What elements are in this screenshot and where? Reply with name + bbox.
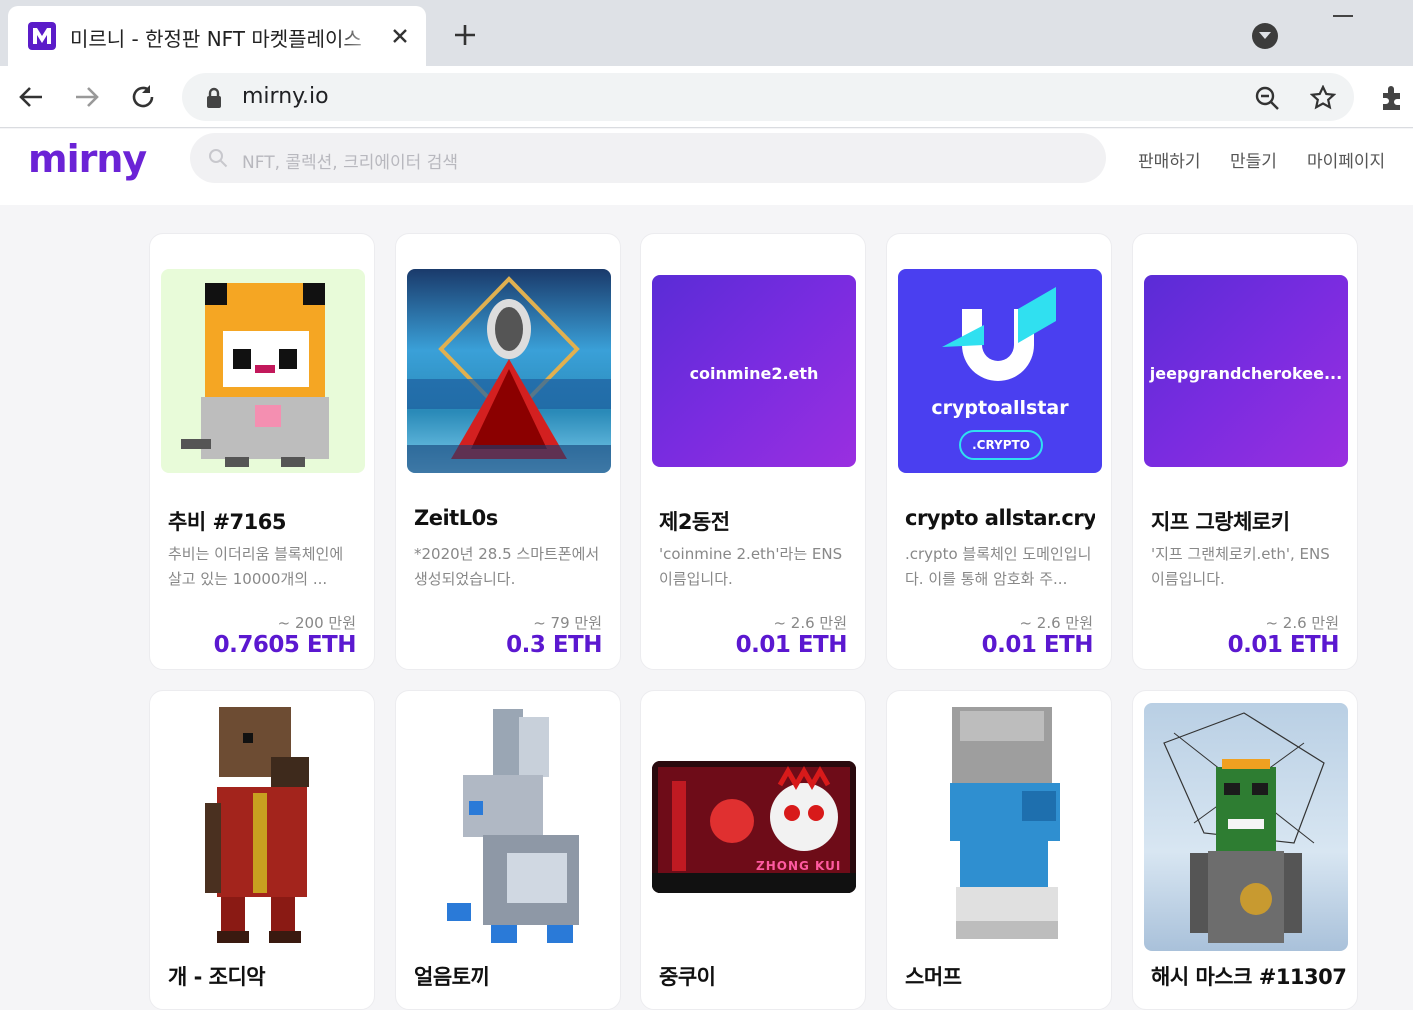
back-icon[interactable] [16, 82, 46, 112]
card-title: 개 - 조디악 [168, 965, 266, 989]
nft-card[interactable]: 개 - 조디악 [149, 690, 375, 1010]
card-description: '지프 그랜체로키.eth', ENS 이름입니다. [1151, 545, 1330, 588]
crypto-art-label: cryptoallstar [931, 397, 1069, 419]
mirny-logo[interactable]: mirny [28, 137, 147, 181]
card-krw-price: ~ 79 만원 [533, 614, 602, 632]
forward-icon[interactable] [72, 82, 102, 112]
card-title: 추비 #7165 [168, 510, 287, 534]
card-title: crypto allstar.crypto [905, 506, 1095, 530]
card-krw-price: ~ 200 만원 [277, 614, 356, 632]
card-title: 해시 마스크 #11307 [1151, 965, 1347, 989]
card-eth-price: 0.01 ETH [981, 632, 1094, 658]
tab-title: 미르니 - 한정판 NFT 마켓플레이스 [70, 27, 362, 51]
zoom-out-icon[interactable] [1254, 85, 1280, 111]
nft-card[interactable]: ZeitL0s *2020년 28.5 스마트폰에서 생성되었습니다. ~ 79… [395, 233, 621, 670]
nft-image[interactable]: cryptoallstar .CRYPTO [898, 269, 1102, 473]
nft-card[interactable]: 얼음토끼 [395, 690, 621, 1010]
ens-art-label: coinmine2.eth [689, 364, 819, 383]
card-title: ZeitL0s [414, 506, 498, 530]
nft-card[interactable]: 추비 #7165 추비는 이더리움 블록체인에 살고 있는 10000개의 ..… [149, 233, 375, 670]
nft-card[interactable]: cryptoallstar .CRYPTO crypto allstar.cry… [886, 233, 1112, 670]
card-description: 추비는 이더리움 블록체인에 살고 있는 10000개의 ... [168, 545, 344, 588]
card-eth-price: 0.01 ETH [1227, 632, 1340, 658]
nft-image[interactable] [1144, 703, 1348, 951]
bookmark-star-icon[interactable] [1310, 85, 1336, 111]
nft-card[interactable]: 스머프 [886, 690, 1112, 1010]
url-text[interactable]: mirny.io [242, 84, 329, 109]
card-description: 'coinmine 2.eth'라는 ENS 이름입니다. [659, 545, 843, 588]
card-eth-price: 0.3 ETH [506, 632, 602, 658]
card-title: 제2동전 [659, 510, 730, 534]
browser-toolbar: mirny.io [0, 66, 1413, 128]
card-krw-price: ~ 2.6 만원 [1265, 614, 1339, 632]
card-description: *2020년 28.5 스마트폰에서 생성되었습니다. [414, 545, 600, 588]
nft-image[interactable] [161, 703, 365, 951]
card-title: 스머프 [905, 965, 962, 989]
mirny-favicon [28, 22, 56, 50]
new-tab-icon[interactable] [450, 20, 480, 50]
card-title: 얼음토끼 [414, 965, 490, 989]
nft-image[interactable] [161, 269, 365, 473]
nav-create[interactable]: 만들기 [1230, 147, 1277, 172]
search-placeholder: NFT, 콜렉션, 크리에이터 검색 [242, 153, 458, 173]
tab-search-icon[interactable] [1252, 23, 1278, 49]
nft-card[interactable]: ZHONG KUI 중쿠이 [640, 690, 866, 1010]
card-krw-price: ~ 2.6 만원 [1019, 614, 1093, 632]
nav-mypage[interactable]: 마이페이지 [1307, 147, 1385, 172]
card-title: 지프 그랑체로키 [1151, 510, 1290, 534]
nft-image[interactable] [898, 703, 1102, 951]
nav-sell[interactable]: 판매하기 [1138, 147, 1201, 172]
nft-image[interactable]: jeepgrandcherokee... [1144, 275, 1348, 467]
unstoppable-logo-icon [942, 287, 1056, 381]
card-krw-price: ~ 2.6 만원 [773, 614, 847, 632]
reload-icon[interactable] [128, 82, 158, 112]
address-bar[interactable]: mirny.io [182, 73, 1354, 121]
browser-tab-strip: 미르니 - 한정판 NFT 마켓플레이스 [0, 0, 1413, 66]
search-icon [209, 149, 228, 168]
close-tab-icon[interactable] [388, 24, 412, 48]
browser-tab[interactable]: 미르니 - 한정판 NFT 마켓플레이스 [8, 6, 426, 66]
card-title: 중쿠이 [659, 965, 716, 989]
nft-image[interactable] [407, 703, 611, 951]
nft-image[interactable]: coinmine2.eth [652, 275, 856, 467]
crypto-badge: .CRYPTO [959, 430, 1043, 460]
extensions-icon[interactable] [1378, 82, 1408, 112]
card-description: .crypto 블록체인 도메인입니다. 이를 통해 암호화 주... [905, 545, 1092, 588]
nft-image[interactable] [407, 269, 611, 473]
nft-card[interactable]: coinmine2.eth 제2동전 'coinmine 2.eth'라는 EN… [640, 233, 866, 670]
search-input[interactable]: NFT, 콜렉션, 크리에이터 검색 [190, 133, 1106, 183]
card-eth-price: 0.7605 ETH [213, 632, 357, 658]
card-eth-price: 0.01 ETH [735, 632, 848, 658]
nft-card[interactable]: jeepgrandcherokee... 지프 그랑체로키 '지프 그랜체로키.… [1132, 233, 1358, 670]
ens-art-label: jeepgrandcherokee... [1149, 364, 1343, 383]
art-caption: ZHONG KUI [756, 859, 842, 873]
site-header: mirny NFT, 콜렉션, 크리에이터 검색 판매하기 만들기 마이페이지 [0, 129, 1413, 205]
minimize-icon[interactable] [1333, 15, 1353, 17]
nft-card[interactable]: 해시 마스크 #11307 [1132, 690, 1358, 1010]
nft-image[interactable]: ZHONG KUI [652, 761, 856, 893]
lock-icon[interactable] [204, 87, 224, 109]
